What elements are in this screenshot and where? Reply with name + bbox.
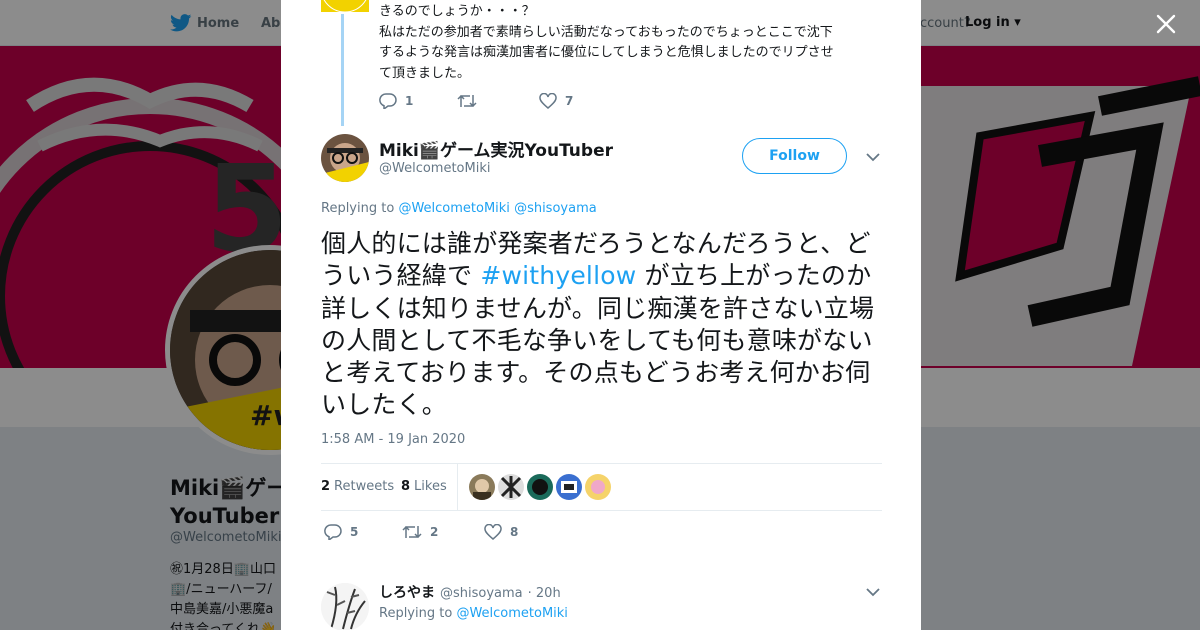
heart-icon — [484, 524, 502, 540]
liker-avatar[interactable] — [585, 474, 611, 500]
reply-icon — [379, 93, 397, 109]
previous-tweet-text: きるのでしょうか・・・？ 私はただの参加者で素晴らしい活動だなっておもったのでち… — [379, 4, 834, 81]
reply-count: 1 — [405, 94, 414, 108]
likes-stat[interactable]: 8 Likes — [401, 479, 447, 494]
mention-link[interactable]: @shisoyama — [514, 201, 597, 216]
retweet-icon — [457, 94, 477, 108]
tweet-text: 個人的には誰が発案者だろうとなんだろうと、どういう経緯で #withyellow… — [321, 228, 885, 422]
retweets-stat[interactable]: 2 Retweets — [321, 479, 394, 494]
thread-connector-line — [341, 14, 344, 126]
tweet-stats-bar: 2 Retweets 8 Likes — [321, 463, 882, 511]
retweets-label: Retweets — [334, 479, 395, 494]
like-button[interactable]: 7 — [539, 93, 573, 109]
like-button[interactable]: 8 — [484, 524, 518, 540]
like-count: 7 — [565, 94, 574, 108]
tweet-actions: 5 2 8 — [324, 523, 518, 541]
close-modal-button[interactable] — [1152, 10, 1180, 38]
likes-count: 8 — [401, 479, 411, 494]
reply-author-name[interactable]: しろやま — [379, 582, 435, 602]
follow-button[interactable]: Follow — [742, 138, 847, 174]
replying-prefix: Replying to — [379, 606, 453, 621]
likes-label: Likes — [414, 479, 447, 494]
retweet-button[interactable] — [457, 93, 539, 109]
previous-tweet-actions: 1 7 — [379, 92, 573, 110]
reply-time[interactable]: · 20h — [528, 586, 561, 601]
liker-avatar[interactable] — [469, 474, 495, 500]
retweet-count: 2 — [430, 525, 439, 539]
chevron-down-icon[interactable] — [865, 150, 881, 164]
heart-icon — [539, 93, 557, 109]
replying-to-line: Replying to @WelcometoMiki @shisoyama — [321, 201, 597, 216]
liker-avatar[interactable] — [527, 474, 553, 500]
reply-button[interactable]: 1 — [379, 93, 457, 109]
replying-prefix: Replying to — [321, 201, 395, 216]
hashtag-link[interactable]: #withyellow — [480, 261, 636, 290]
mention-link[interactable]: @WelcometoMiki — [398, 201, 509, 216]
close-icon — [1156, 14, 1176, 34]
reply-replying-to: Replying to @WelcometoMiki — [379, 606, 568, 621]
reply-header: しろやま @shisoyama · 20h — [379, 582, 561, 602]
reply-author-avatar[interactable] — [321, 583, 369, 630]
reply-count: 5 — [350, 525, 359, 539]
author-avatar[interactable] — [321, 134, 369, 182]
reply-icon — [324, 524, 342, 540]
reply-author-handle[interactable]: @shisoyama — [440, 586, 523, 601]
retweets-count: 2 — [321, 479, 331, 494]
liker-avatar[interactable] — [556, 474, 582, 500]
stats-divider — [457, 464, 458, 511]
reply-button[interactable]: 5 — [324, 524, 402, 540]
author-name[interactable]: Miki🎬ゲーム実況YouTuber — [379, 136, 613, 161]
previous-tweet-avatar[interactable] — [321, 0, 369, 12]
like-count: 8 — [510, 525, 519, 539]
liker-avatar[interactable] — [498, 474, 524, 500]
retweet-button[interactable]: 2 — [402, 524, 484, 540]
author-handle[interactable]: @WelcometoMiki — [379, 161, 490, 176]
retweet-icon — [402, 525, 422, 539]
liker-avatars — [469, 474, 614, 500]
tweet-timestamp[interactable]: 1:58 AM - 19 Jan 2020 — [321, 432, 465, 447]
mention-link[interactable]: @WelcometoMiki — [456, 606, 567, 621]
chevron-down-icon[interactable] — [865, 585, 881, 599]
